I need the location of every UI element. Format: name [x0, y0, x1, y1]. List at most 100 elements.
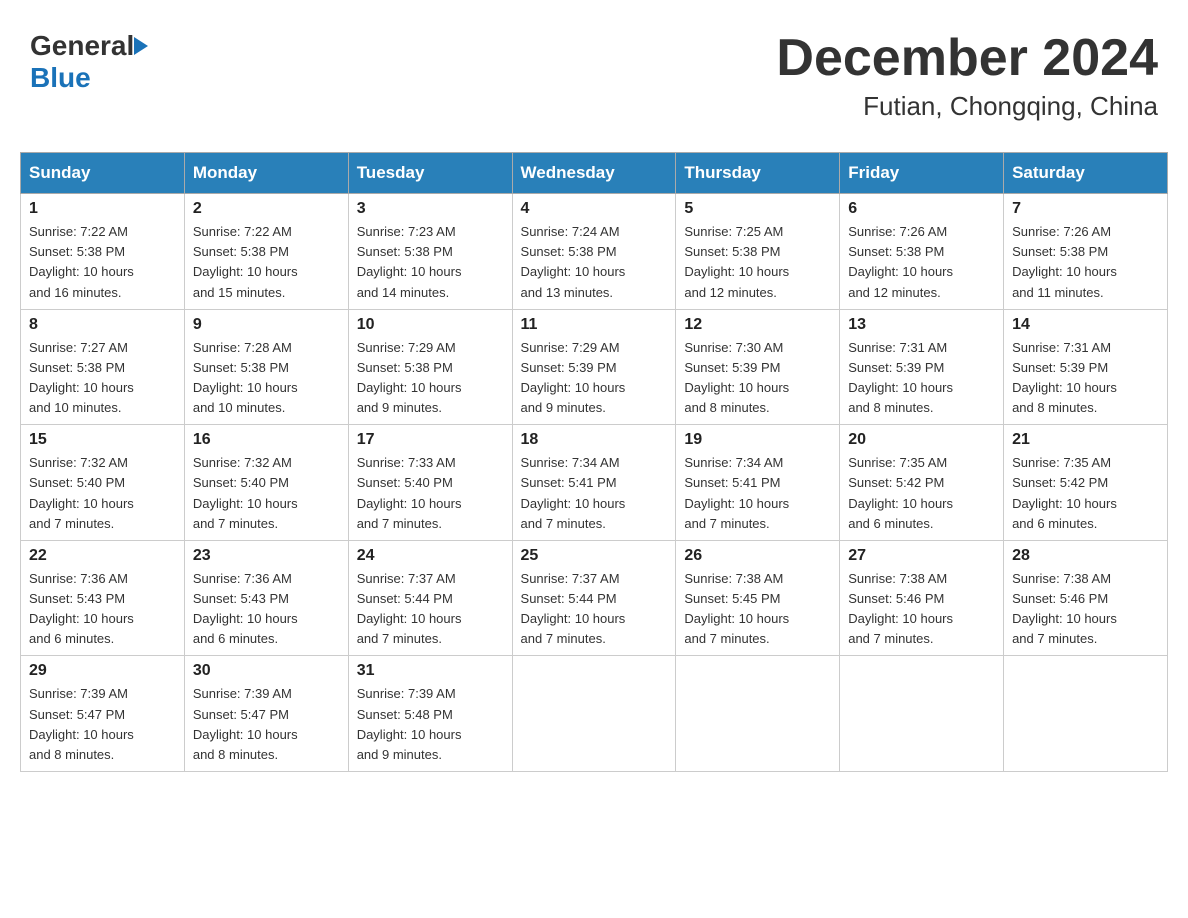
calendar-cell	[840, 656, 1004, 772]
day-number: 17	[357, 431, 504, 449]
day-info: Sunrise: 7:35 AMSunset: 5:42 PMDaylight:…	[1012, 455, 1117, 530]
day-info: Sunrise: 7:32 AMSunset: 5:40 PMDaylight:…	[193, 455, 298, 530]
day-info: Sunrise: 7:23 AMSunset: 5:38 PMDaylight:…	[357, 224, 462, 299]
day-number: 16	[193, 431, 340, 449]
calendar-cell: 7 Sunrise: 7:26 AMSunset: 5:38 PMDayligh…	[1004, 194, 1168, 310]
weekday-header-row: SundayMondayTuesdayWednesdayThursdayFrid…	[21, 153, 1168, 194]
day-info: Sunrise: 7:33 AMSunset: 5:40 PMDaylight:…	[357, 455, 462, 530]
day-info: Sunrise: 7:35 AMSunset: 5:42 PMDaylight:…	[848, 455, 953, 530]
calendar-cell: 22 Sunrise: 7:36 AMSunset: 5:43 PMDaylig…	[21, 540, 185, 656]
logo: General Blue	[30, 30, 148, 94]
day-number: 14	[1012, 316, 1159, 334]
calendar-cell: 18 Sunrise: 7:34 AMSunset: 5:41 PMDaylig…	[512, 425, 676, 541]
calendar-cell: 19 Sunrise: 7:34 AMSunset: 5:41 PMDaylig…	[676, 425, 840, 541]
weekday-header-monday: Monday	[184, 153, 348, 194]
calendar-cell: 21 Sunrise: 7:35 AMSunset: 5:42 PMDaylig…	[1004, 425, 1168, 541]
calendar-cell	[512, 656, 676, 772]
calendar-cell: 12 Sunrise: 7:30 AMSunset: 5:39 PMDaylig…	[676, 309, 840, 425]
day-number: 7	[1012, 200, 1159, 218]
day-number: 10	[357, 316, 504, 334]
day-info: Sunrise: 7:36 AMSunset: 5:43 PMDaylight:…	[193, 571, 298, 646]
day-number: 23	[193, 547, 340, 565]
day-number: 2	[193, 200, 340, 218]
calendar-cell: 30 Sunrise: 7:39 AMSunset: 5:47 PMDaylig…	[184, 656, 348, 772]
day-info: Sunrise: 7:38 AMSunset: 5:46 PMDaylight:…	[1012, 571, 1117, 646]
day-info: Sunrise: 7:29 AMSunset: 5:39 PMDaylight:…	[521, 340, 626, 415]
calendar-cell: 16 Sunrise: 7:32 AMSunset: 5:40 PMDaylig…	[184, 425, 348, 541]
day-number: 22	[29, 547, 176, 565]
day-info: Sunrise: 7:39 AMSunset: 5:47 PMDaylight:…	[193, 686, 298, 761]
calendar-cell: 26 Sunrise: 7:38 AMSunset: 5:45 PMDaylig…	[676, 540, 840, 656]
calendar-cell	[1004, 656, 1168, 772]
day-info: Sunrise: 7:39 AMSunset: 5:48 PMDaylight:…	[357, 686, 462, 761]
day-info: Sunrise: 7:29 AMSunset: 5:38 PMDaylight:…	[357, 340, 462, 415]
day-info: Sunrise: 7:22 AMSunset: 5:38 PMDaylight:…	[29, 224, 134, 299]
day-number: 13	[848, 316, 995, 334]
weekday-header-sunday: Sunday	[21, 153, 185, 194]
calendar-cell: 23 Sunrise: 7:36 AMSunset: 5:43 PMDaylig…	[184, 540, 348, 656]
day-info: Sunrise: 7:22 AMSunset: 5:38 PMDaylight:…	[193, 224, 298, 299]
calendar-cell: 25 Sunrise: 7:37 AMSunset: 5:44 PMDaylig…	[512, 540, 676, 656]
day-number: 30	[193, 662, 340, 680]
weekday-header-thursday: Thursday	[676, 153, 840, 194]
calendar-week-row: 22 Sunrise: 7:36 AMSunset: 5:43 PMDaylig…	[21, 540, 1168, 656]
day-info: Sunrise: 7:37 AMSunset: 5:44 PMDaylight:…	[357, 571, 462, 646]
calendar-cell: 4 Sunrise: 7:24 AMSunset: 5:38 PMDayligh…	[512, 194, 676, 310]
logo-triangle-icon	[134, 37, 148, 55]
calendar-cell: 24 Sunrise: 7:37 AMSunset: 5:44 PMDaylig…	[348, 540, 512, 656]
title-area: December 2024 Futian, Chongqing, China	[776, 30, 1158, 122]
calendar-cell: 31 Sunrise: 7:39 AMSunset: 5:48 PMDaylig…	[348, 656, 512, 772]
day-info: Sunrise: 7:34 AMSunset: 5:41 PMDaylight:…	[521, 455, 626, 530]
day-info: Sunrise: 7:28 AMSunset: 5:38 PMDaylight:…	[193, 340, 298, 415]
day-info: Sunrise: 7:38 AMSunset: 5:46 PMDaylight:…	[848, 571, 953, 646]
day-info: Sunrise: 7:38 AMSunset: 5:45 PMDaylight:…	[684, 571, 789, 646]
calendar-cell: 17 Sunrise: 7:33 AMSunset: 5:40 PMDaylig…	[348, 425, 512, 541]
day-number: 21	[1012, 431, 1159, 449]
day-number: 9	[193, 316, 340, 334]
day-info: Sunrise: 7:32 AMSunset: 5:40 PMDaylight:…	[29, 455, 134, 530]
weekday-header-tuesday: Tuesday	[348, 153, 512, 194]
day-info: Sunrise: 7:31 AMSunset: 5:39 PMDaylight:…	[848, 340, 953, 415]
day-number: 3	[357, 200, 504, 218]
day-info: Sunrise: 7:26 AMSunset: 5:38 PMDaylight:…	[848, 224, 953, 299]
calendar-week-row: 29 Sunrise: 7:39 AMSunset: 5:47 PMDaylig…	[21, 656, 1168, 772]
day-info: Sunrise: 7:24 AMSunset: 5:38 PMDaylight:…	[521, 224, 626, 299]
day-info: Sunrise: 7:26 AMSunset: 5:38 PMDaylight:…	[1012, 224, 1117, 299]
day-info: Sunrise: 7:30 AMSunset: 5:39 PMDaylight:…	[684, 340, 789, 415]
day-info: Sunrise: 7:39 AMSunset: 5:47 PMDaylight:…	[29, 686, 134, 761]
day-number: 12	[684, 316, 831, 334]
calendar-cell: 10 Sunrise: 7:29 AMSunset: 5:38 PMDaylig…	[348, 309, 512, 425]
calendar-cell: 20 Sunrise: 7:35 AMSunset: 5:42 PMDaylig…	[840, 425, 1004, 541]
day-number: 5	[684, 200, 831, 218]
day-number: 11	[521, 316, 668, 334]
day-number: 31	[357, 662, 504, 680]
weekday-header-wednesday: Wednesday	[512, 153, 676, 194]
calendar-cell: 15 Sunrise: 7:32 AMSunset: 5:40 PMDaylig…	[21, 425, 185, 541]
day-number: 29	[29, 662, 176, 680]
calendar-cell: 13 Sunrise: 7:31 AMSunset: 5:39 PMDaylig…	[840, 309, 1004, 425]
calendar-cell: 27 Sunrise: 7:38 AMSunset: 5:46 PMDaylig…	[840, 540, 1004, 656]
day-number: 25	[521, 547, 668, 565]
day-info: Sunrise: 7:25 AMSunset: 5:38 PMDaylight:…	[684, 224, 789, 299]
location-title: Futian, Chongqing, China	[776, 91, 1158, 122]
day-info: Sunrise: 7:27 AMSunset: 5:38 PMDaylight:…	[29, 340, 134, 415]
day-number: 26	[684, 547, 831, 565]
day-number: 19	[684, 431, 831, 449]
calendar-week-row: 15 Sunrise: 7:32 AMSunset: 5:40 PMDaylig…	[21, 425, 1168, 541]
calendar-cell: 1 Sunrise: 7:22 AMSunset: 5:38 PMDayligh…	[21, 194, 185, 310]
day-number: 1	[29, 200, 176, 218]
month-title: December 2024	[776, 30, 1158, 87]
calendar-cell: 14 Sunrise: 7:31 AMSunset: 5:39 PMDaylig…	[1004, 309, 1168, 425]
calendar-cell: 28 Sunrise: 7:38 AMSunset: 5:46 PMDaylig…	[1004, 540, 1168, 656]
day-number: 18	[521, 431, 668, 449]
calendar-cell: 3 Sunrise: 7:23 AMSunset: 5:38 PMDayligh…	[348, 194, 512, 310]
calendar-cell: 2 Sunrise: 7:22 AMSunset: 5:38 PMDayligh…	[184, 194, 348, 310]
calendar-cell: 8 Sunrise: 7:27 AMSunset: 5:38 PMDayligh…	[21, 309, 185, 425]
weekday-header-saturday: Saturday	[1004, 153, 1168, 194]
calendar-week-row: 8 Sunrise: 7:27 AMSunset: 5:38 PMDayligh…	[21, 309, 1168, 425]
calendar-cell: 9 Sunrise: 7:28 AMSunset: 5:38 PMDayligh…	[184, 309, 348, 425]
day-number: 28	[1012, 547, 1159, 565]
day-number: 27	[848, 547, 995, 565]
day-number: 15	[29, 431, 176, 449]
header: General Blue December 2024 Futian, Chong…	[20, 20, 1168, 132]
